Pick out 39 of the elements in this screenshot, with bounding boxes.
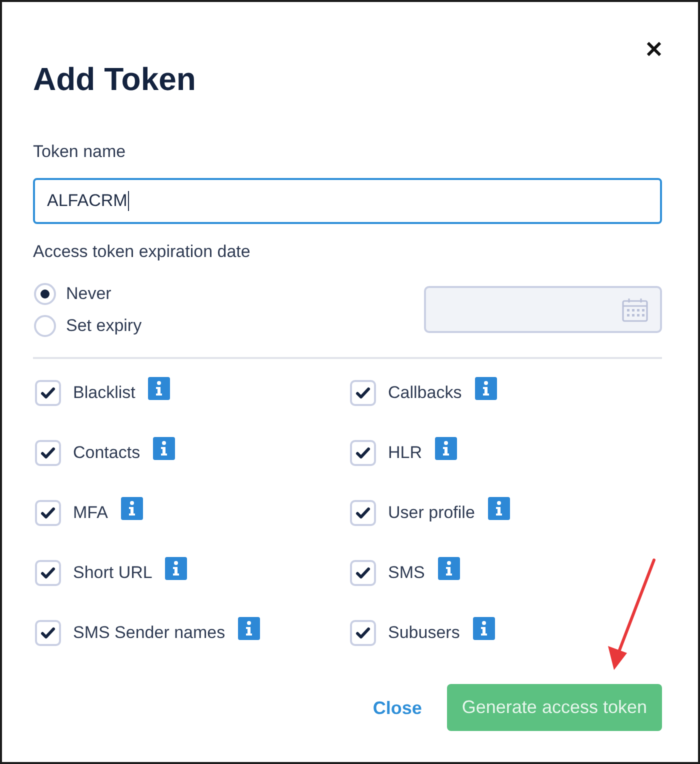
field-label: Access token expiration date [33,241,252,263]
radio-button[interactable] [34,315,56,337]
info-icon[interactable] [238,616,260,640]
checkbox[interactable] [350,440,376,466]
checkbox-label[interactable]: User profile [388,502,475,524]
checkbox-label[interactable]: SMS [388,562,425,584]
token-name-field[interactable]: ALFACRM [33,178,662,224]
checkbox-label[interactable]: Callbacks [388,382,462,404]
info-icon[interactable] [472,616,495,640]
info-icon[interactable] [488,496,510,520]
info-icon[interactable] [435,436,458,460]
info-icon[interactable] [148,376,170,400]
checkbox[interactable] [35,380,61,406]
checkbox[interactable] [35,560,61,586]
close-icon[interactable] [647,42,661,56]
checkbox-label[interactable]: SMS Sender names [73,622,226,644]
info-icon[interactable] [474,376,497,400]
dialog-title: Add Token [33,60,196,99]
info-icon[interactable] [120,496,143,520]
checkbox-label[interactable]: Blacklist [73,382,136,404]
checkbox[interactable] [350,620,376,646]
checkbox[interactable] [350,380,376,406]
checkbox-label[interactable]: Contacts [73,442,140,464]
radio-button[interactable] [34,283,56,305]
checkbox-label[interactable]: MFA [73,502,108,524]
info-icon[interactable] [165,556,188,580]
checkbox[interactable] [350,560,376,586]
field-label: Token name [33,141,127,163]
checkbox-label[interactable]: Subusers [388,622,460,644]
checkbox-label[interactable]: HLR [388,442,422,464]
radio-label[interactable]: Never [66,283,112,305]
info-icon[interactable] [438,556,460,580]
checkbox[interactable] [35,440,61,466]
radio-label[interactable]: Set expiry [66,315,142,337]
checkbox[interactable] [35,500,61,526]
info-icon[interactable] [153,436,176,460]
checkbox[interactable] [35,620,61,646]
checkbox-label[interactable]: Short URL [73,562,152,584]
checkbox[interactable] [350,500,376,526]
